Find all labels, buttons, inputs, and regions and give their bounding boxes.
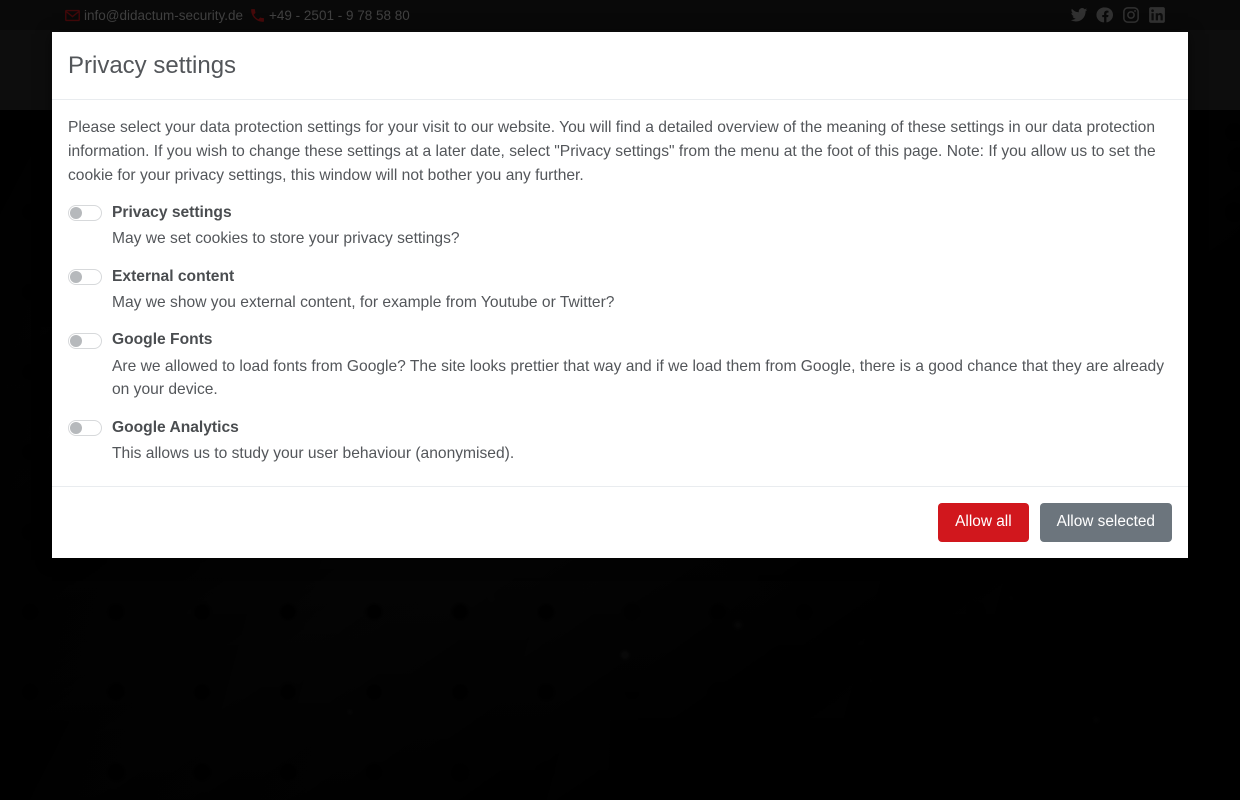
allow-selected-button[interactable]: Allow selected [1039,502,1172,542]
option-label-privacy-settings[interactable]: Privacy settings [112,203,232,223]
toggle-privacy-settings[interactable] [68,205,102,222]
option-description-privacy-settings: May we set cookies to store your privacy… [112,230,460,248]
toggle-google-analytics[interactable] [68,420,102,436]
privacy-settings-dialog: Privacy settings Please select your data… [52,32,1188,558]
toggle-google-fonts[interactable] [68,332,102,349]
option-header: External content [68,265,1172,289]
option-row-google-analytics: Google Analytics This allows us to study… [68,416,1172,466]
option-row-external-content: External content May we show you externa… [68,265,1172,315]
page-root: info@didactum-security.de +49 - 2501 - 9… [0,0,1240,800]
option-description-google-fonts: Are we allowed to load fonts from Google… [112,357,1165,399]
dialog-title: Privacy settings [68,52,237,79]
option-header: Google Fonts [68,329,1172,353]
toggle-knob [70,207,82,220]
toggle-external-content[interactable] [68,268,102,285]
option-description-google-analytics: This allows us to study your user behavi… [112,445,515,462]
option-row-privacy-settings: Privacy settings May we set cookies to s… [68,201,1172,251]
intro-paragraph: Please select your data protection setti… [68,119,1156,184]
toggle-knob [70,334,82,347]
option-header: Google Analytics [68,416,1172,440]
toggle-knob [70,270,82,283]
option-header: Privacy settings [68,201,1172,225]
dialog-header: Privacy settings [52,32,1188,101]
dialog-body: Please select your data protection setti… [52,100,1188,486]
option-row-google-fonts: Google Fonts Are we allowed to load font… [68,329,1172,402]
option-label-google-analytics[interactable]: Google Analytics [112,418,239,438]
allow-all-button[interactable]: Allow all [938,502,1029,542]
toggle-knob [70,422,82,434]
option-label-external-content[interactable]: External content [112,267,234,287]
dialog-footer: Allow all Allow selected [52,485,1188,558]
option-label-google-fonts[interactable]: Google Fonts [112,330,212,350]
option-description-external-content: May we show you external content, for ex… [112,293,615,311]
